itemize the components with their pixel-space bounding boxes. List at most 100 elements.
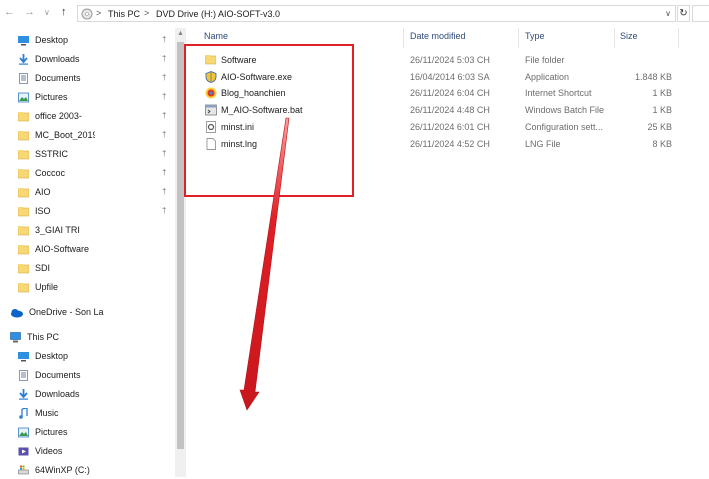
file-size: 25 KB (647, 121, 672, 132)
computer-icon (10, 331, 21, 343)
file-type: LNG File (525, 138, 561, 149)
documents-icon (18, 72, 29, 84)
onedrive-icon (10, 307, 23, 318)
file-date: 26/11/2024 5:03 CH (410, 55, 490, 65)
sidebar-item-label: This PC (27, 332, 60, 342)
column-header-type[interactable]: Type (525, 31, 545, 41)
sidebar-item-pc-downloads[interactable]: Downloads (18, 385, 80, 403)
pin-icon[interactable]: † (162, 92, 166, 101)
column-divider[interactable] (678, 28, 679, 48)
folder-icon (17, 130, 30, 141)
desktop-icon (18, 351, 29, 362)
sidebar-item-sdi[interactable]: SDI (17, 259, 51, 277)
column-divider[interactable] (518, 28, 519, 48)
pin-icon[interactable]: † (162, 168, 166, 177)
breadcrumb-separator: > (96, 8, 102, 18)
sidebar-item-aio[interactable]: AIO (17, 183, 51, 201)
back-arrow-icon[interactable]: ← (4, 6, 15, 18)
sidebar-item-label: SDI (35, 263, 51, 273)
scroll-up-icon[interactable]: ▲ (177, 30, 184, 37)
search-input[interactable] (692, 5, 709, 22)
sidebar-item-desktop[interactable]: Desktop (18, 31, 68, 49)
sidebar-item-downloads[interactable]: Downloads (18, 50, 80, 68)
scrollbar-thumb[interactable] (177, 42, 184, 449)
up-arrow-icon[interactable]: ↑ (61, 6, 67, 18)
sidebar-item-pc-documents[interactable]: Documents (18, 366, 81, 384)
address-history-dropdown-icon[interactable]: ∨ (665, 9, 671, 18)
column-header-size[interactable]: Size (620, 31, 638, 41)
file-date: 16/04/2014 6:03 SA (410, 71, 490, 82)
file-type: Windows Batch File (525, 105, 605, 116)
file-size: 1 KB (652, 105, 672, 116)
file-size: 1.848 KB (634, 71, 672, 82)
file-size: 1 KB (652, 88, 672, 99)
sidebar-item-office-2003-[interactable]: office 2003- (17, 107, 82, 125)
breadcrumb-this-pc[interactable]: This PC (108, 9, 140, 19)
sidebar-item-aio-software[interactable]: AIO-Software (17, 240, 90, 258)
pin-icon[interactable]: † (162, 73, 166, 82)
file-type: File folder (525, 55, 565, 65)
file-date: 26/11/2024 6:04 CH (410, 88, 490, 99)
sidebar-item-3-giai-tri[interactable]: 3_GIAI TRI (17, 221, 80, 239)
file-type: Internet Shortcut (525, 88, 592, 99)
file-date: 26/11/2024 6:01 CH (410, 121, 490, 132)
folder-icon (17, 111, 30, 122)
breadcrumb-dvd-drive[interactable]: DVD Drive (H:) AIO-SOFT-v3.0 (156, 9, 280, 19)
sidebar-item-upfile[interactable]: Upfile (17, 278, 58, 296)
sidebar-item-label: Desktop (35, 351, 69, 361)
address-field[interactable]: > This PC > DVD Drive (H:) AIO-SOFT-v3.0… (77, 5, 676, 22)
sidebar-item-iso[interactable]: ISO (17, 202, 51, 220)
sidebar-item-label: Documents (35, 370, 81, 380)
music-icon (18, 406, 29, 419)
sidebar-item-label: Music (35, 408, 59, 418)
sidebar-item-label: 64WinXP (C:) (35, 465, 90, 475)
sidebar-item-label: Videos (35, 446, 63, 456)
column-header-date[interactable]: Date modified (410, 31, 466, 41)
sidebar-item-label: Pictures (35, 92, 68, 102)
sidebar-item-mc-boot-2019[interactable]: MC_Boot_2019 (17, 126, 95, 144)
sidebar-item-pc-videos[interactable]: Videos (18, 442, 62, 460)
folder-icon (17, 149, 30, 160)
forward-arrow-icon[interactable]: → (24, 6, 35, 18)
refresh-button[interactable]: ↻ (677, 5, 690, 22)
sidebar-item-label: MC_Boot_2019 (35, 130, 95, 140)
sidebar-item-pc-64winxp-c[interactable]: 64WinXP (C:) (18, 461, 90, 479)
folder-icon (17, 282, 30, 293)
sidebar-item-label: Downloads (35, 389, 80, 399)
pin-icon[interactable]: † (162, 187, 166, 196)
sidebar-item-coccoc[interactable]: Coccoc (17, 164, 65, 182)
sidebar-item-pictures[interactable]: Pictures (18, 88, 68, 106)
pin-icon[interactable]: † (162, 54, 166, 63)
pin-icon[interactable]: † (162, 149, 166, 158)
sidebar-item-label: 3_GIAI TRI (35, 225, 80, 235)
address-bar-area: ← → ∨ ↑ > This PC > DVD Drive (H:) AIO-S… (0, 0, 709, 28)
sidebar-item-sstric[interactable]: SSTRIC (17, 145, 68, 163)
sidebar-item-pc-music[interactable]: Music (18, 404, 59, 422)
pin-icon[interactable]: † (162, 35, 166, 44)
folder-icon (17, 206, 30, 217)
column-header-name[interactable]: Name (204, 31, 228, 41)
sidebar-item-this-pc[interactable]: This PC (10, 328, 59, 346)
sidebar-item-onedrive[interactable]: OneDrive - Son La (10, 303, 104, 321)
file-size: 8 KB (652, 138, 672, 149)
sidebar-item-pc-desktop[interactable]: Desktop (18, 347, 68, 365)
sidebar-item-label: office 2003- (35, 111, 82, 121)
drive-icon (18, 465, 29, 476)
pictures-icon (18, 92, 29, 103)
downloads-icon (18, 388, 29, 400)
file-type: Application (525, 71, 570, 82)
pin-icon[interactable]: † (162, 206, 166, 215)
column-divider[interactable] (614, 28, 615, 48)
chevron-down-icon[interactable]: ∨ (44, 8, 50, 17)
pin-icon[interactable]: † (162, 130, 166, 139)
folder-icon (17, 168, 30, 179)
documents-icon (18, 369, 29, 381)
sidebar-item-label: Downloads (35, 54, 80, 64)
pin-icon[interactable]: † (162, 111, 166, 120)
column-divider[interactable] (403, 28, 404, 48)
highlight-box (184, 44, 354, 197)
sidebar-item-documents[interactable]: Documents (18, 69, 81, 87)
sidebar-item-label: AIO-Software (35, 244, 90, 254)
folder-icon (17, 263, 30, 274)
sidebar-item-pc-pictures[interactable]: Pictures (18, 423, 68, 441)
